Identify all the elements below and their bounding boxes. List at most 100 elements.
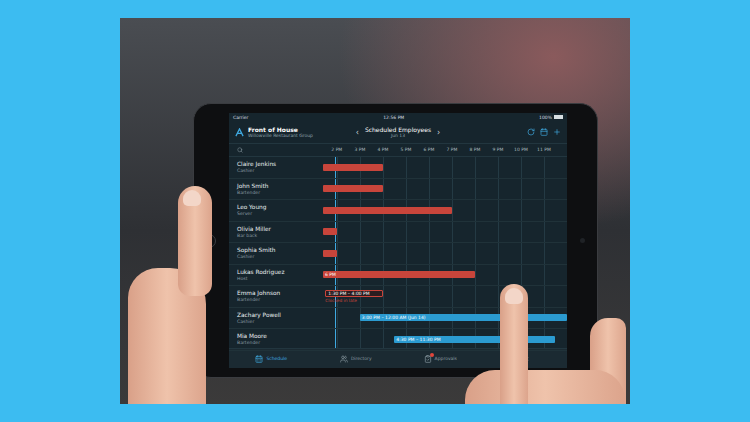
employee-role: Bartender [237,190,323,195]
shift-label: 1:30 PM – 4:00 PM [326,291,369,296]
employee-name: Lukas Rodriguez [237,269,323,275]
employee-name: Sophia Smith [237,247,323,253]
shift-bar[interactable]: 6 PM [323,271,475,278]
refresh-icon[interactable] [527,128,535,136]
employee-role: Host [237,276,323,281]
employee-cell: Sophia SmithCashier [229,243,323,264]
time-tick: 3 PM [354,147,365,152]
employee-name: Mia Moore [237,333,323,339]
camera-dot [580,238,585,243]
battery-icon [554,115,563,119]
battery-percent: 100% [539,115,552,120]
employee-role: Cashier [237,319,323,324]
employee-cell: John SmithBartender [229,179,323,200]
date-nav: ‹ Scheduled EmployeesJun 13 › [356,126,441,138]
status-bar: Carrier12:56 PM100% [229,113,567,121]
location-title: Front of House [248,126,313,133]
shift-bar[interactable] [323,207,452,214]
shift-bar[interactable] [323,228,337,235]
tab-label: Schedule [266,356,287,361]
employee-row[interactable]: Sophia SmithCashier [229,243,567,265]
brand: Front of HouseWillowville Restaurant Gro… [235,126,356,138]
employee-role: Cashier [237,168,323,173]
time-tick: 10 PM [514,147,528,152]
shift-track [323,157,567,178]
time-tick: 11 PM [537,147,551,152]
tab-icon-wrap [340,355,348,363]
prev-button[interactable]: ‹ [356,128,359,137]
employee-cell: Olivia MillerBar back [229,222,323,243]
employee-row[interactable]: John SmithBartender [229,179,567,201]
right-hand [465,370,625,404]
shift-track: 6 PM [323,265,567,286]
shift-bar[interactable]: 4:30 PM – 11:30 PM [394,336,555,343]
notification-badge [430,353,434,357]
calendar-icon [255,355,263,363]
time-tick: 5 PM [400,147,411,152]
location[interactable]: Front of HouseWillowville Restaurant Gro… [248,126,313,138]
employee-name: John Smith [237,183,323,189]
time-tick: 7 PM [446,147,457,152]
shift-track: 4:30 PM – 11:30 PM [323,329,567,350]
index-finger [500,284,528,404]
search-cell[interactable] [229,144,323,156]
employee-cell: Mia MooreBartender [229,329,323,350]
employee-role: Bar back [237,233,323,238]
tab-icon-wrap [424,355,432,363]
shift-bar[interactable]: 3:00 PM – 12:00 AM (Jun 14) [360,314,567,321]
employee-name: Olivia Miller [237,226,323,232]
search-icon[interactable] [237,147,243,153]
tab-icon-wrap [255,355,263,363]
people-icon [340,355,348,363]
shift-bar[interactable] [323,250,337,257]
shift-track: 1:30 PM – 4:00 PM Clocked in late [323,286,567,307]
view-title: Scheduled EmployeesJun 13 [365,126,431,138]
battery-fill [555,116,562,118]
employee-cell: Emma JohnsonBartender [229,286,323,307]
next-button[interactable]: › [437,128,440,137]
tab-label: Directory [351,356,372,361]
time-tick: 2 PM [331,147,342,152]
shift-label: 4:30 PM – 11:30 PM [394,337,440,342]
employee-row[interactable]: Leo YoungServer [229,200,567,222]
plus-icon[interactable] [553,128,561,136]
employee-cell: Zachary PowellCashier [229,308,323,329]
shift-bar[interactable] [323,164,383,171]
view-name: Scheduled Employees [365,126,431,133]
location-subtitle: Willowville Restaurant Group [248,133,313,138]
employee-role: Bartender [237,340,323,345]
employee-name: Zachary Powell [237,312,323,318]
time-tick: 4 PM [377,147,388,152]
time-tick: 6 PM [423,147,434,152]
header: Front of HouseWillowville Restaurant Gro… [229,121,567,144]
employee-row[interactable]: Claire JenkinsCashier [229,157,567,179]
tablet: Carrier12:56 PM100% Front of HouseWillowv… [193,103,598,378]
view-date: Jun 13 [391,133,405,138]
shift-label: 3:00 PM – 12:00 AM (Jun 14) [360,315,426,320]
shift-track [323,243,567,264]
carrier: Carrier [233,115,248,120]
shift-track [323,179,567,200]
employee-name: Leo Young [237,204,323,210]
shift-bar[interactable]: 1:30 PM – 4:00 PM [325,290,383,297]
employee-role: Bartender [237,297,323,302]
tab[interactable]: Directory [314,349,399,368]
time-tick: 9 PM [492,147,503,152]
calendar-icon[interactable] [540,128,548,136]
header-actions [440,128,561,136]
time-axis: 2 PM3 PM4 PM5 PM6 PM7 PM8 PM9 PM10 PM11 … [229,144,567,157]
page-frame: Carrier12:56 PM100% Front of HouseWillowv… [0,0,750,422]
employee-row[interactable]: Lukas RodriguezHost6 PM [229,265,567,287]
employee-cell: Lukas RodriguezHost [229,265,323,286]
tab[interactable]: Approvals [398,349,483,368]
axis-track: 2 PM3 PM4 PM5 PM6 PM7 PM8 PM9 PM10 PM11 … [323,144,567,156]
battery: 100% [539,115,563,120]
employee-cell: Leo YoungServer [229,200,323,221]
photo-background: Carrier12:56 PM100% Front of HouseWillowv… [120,18,630,404]
logo-icon [235,128,244,137]
shift-note: Clocked in late [325,298,567,303]
shift-bar[interactable] [323,185,383,192]
employee-row[interactable]: Olivia MillerBar back [229,222,567,244]
employee-role: Cashier [237,254,323,259]
tab[interactable]: Schedule [229,349,314,368]
